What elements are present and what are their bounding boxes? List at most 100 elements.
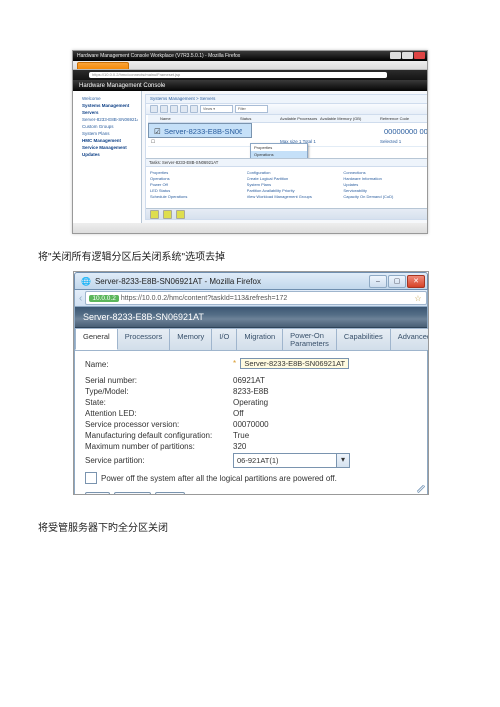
tab-migration[interactable]: Migration bbox=[236, 328, 283, 350]
model-value: 8233-E8B bbox=[233, 387, 417, 396]
toolbar-button[interactable] bbox=[170, 105, 178, 113]
window-titlebar: Hardware Management Console Workplace (V… bbox=[73, 51, 427, 61]
views-select[interactable]: Views ▾ bbox=[200, 105, 233, 113]
sidebar-item-server[interactable]: Server-8233-E8B-SN06921AT bbox=[76, 116, 138, 123]
task-link[interactable]: Capacity On Demand (CoD) bbox=[343, 193, 428, 199]
task-link[interactable]: Schedule Operations bbox=[150, 193, 241, 199]
window-controls bbox=[390, 52, 425, 59]
task-header: Tasks: Server-8233-E8B-SN06921AT bbox=[146, 159, 428, 167]
bookmark-icon[interactable]: ☆ bbox=[413, 294, 423, 303]
filter-input[interactable]: Filter bbox=[235, 105, 268, 113]
menu-item-properties[interactable]: Properties bbox=[251, 144, 307, 151]
cell-ref: 00000000 00000000 bbox=[382, 124, 428, 137]
task-col: Connections Hardware Information Updates… bbox=[343, 169, 428, 199]
status-icon[interactable] bbox=[163, 210, 172, 219]
maxp-label: Maximum number of partitions: bbox=[85, 442, 233, 451]
screenshot-hmc-main: Hardware Management Console Workplace (V… bbox=[72, 50, 428, 234]
general-tab-content: Name: * Server-8233-E8B-SN06921AT Serial… bbox=[75, 351, 427, 495]
serial-label: Serial number: bbox=[85, 376, 233, 385]
mdc-value: True bbox=[233, 431, 417, 440]
cell-name: Server-8233-E8B-SN06921AT bbox=[162, 124, 242, 137]
caption-text: 将受管服务器下旳全分区关闭 bbox=[38, 519, 462, 534]
table-row[interactable]: ☑ Server-8233-E8B-SN06921AT 00000000 000… bbox=[148, 123, 252, 138]
model-label: Type/Model: bbox=[85, 387, 233, 396]
close-icon[interactable] bbox=[414, 52, 425, 59]
sidebar-item-system-plans[interactable]: System Plans bbox=[76, 130, 138, 137]
dialog-title: Server-8233-E8B-SN06921AT - Mozilla Fire… bbox=[95, 277, 261, 286]
firefox-icon: 🌐 bbox=[81, 277, 91, 286]
resize-grip-icon[interactable] bbox=[417, 485, 425, 493]
state-label: State: bbox=[85, 398, 233, 407]
cell-mem bbox=[322, 124, 382, 137]
svc-label: Service partition: bbox=[85, 456, 233, 465]
serial-value: 06921AT bbox=[233, 376, 417, 385]
hmc-sidebar: Welcome Systems Management Servers Serve… bbox=[73, 91, 142, 223]
cell-status bbox=[242, 124, 282, 137]
name-input[interactable]: Server-8233-E8B-SN06921AT bbox=[240, 358, 349, 369]
breadcrumb: Systems Management > Servers bbox=[146, 95, 428, 104]
col-name: Name bbox=[158, 115, 238, 122]
poweroff-checkbox[interactable] bbox=[85, 472, 97, 484]
tab-memory[interactable]: Memory bbox=[169, 328, 212, 350]
status-icon[interactable] bbox=[150, 210, 159, 219]
panel-title: Server-8233-E8B-SN06921AT bbox=[75, 307, 427, 328]
toolbar-button[interactable] bbox=[190, 105, 198, 113]
minimize-icon[interactable]: ‒ bbox=[369, 275, 387, 288]
task-link[interactable]: View Workload Management Groups bbox=[247, 193, 338, 199]
col-select bbox=[148, 115, 158, 122]
url-input[interactable]: 10.0.0.2 https://10.0.0.2/hmc/content?ta… bbox=[85, 291, 427, 305]
sidebar-item-servers[interactable]: Servers bbox=[76, 109, 138, 116]
tab-general[interactable]: General bbox=[75, 328, 118, 350]
dialog-titlebar: 🌐 Server-8233-E8B-SN06921AT - Mozilla Fi… bbox=[74, 272, 428, 290]
server-table: Name Status Available Processors Availab… bbox=[148, 115, 428, 147]
dropdown-menu-icon[interactable]: ▾ bbox=[337, 453, 350, 468]
toolbar-button[interactable] bbox=[180, 105, 188, 113]
hmc-body: Welcome Systems Management Servers Serve… bbox=[73, 91, 427, 223]
tab-processors[interactable]: Processors bbox=[117, 328, 171, 350]
col-mem: Available Memory (GB) bbox=[318, 115, 378, 122]
row-checkbox-icon[interactable]: ☑ bbox=[152, 124, 162, 137]
sidebar-item-updates[interactable]: Updates bbox=[76, 151, 138, 158]
service-partition-select[interactable]: 06-921AT(1) bbox=[233, 453, 337, 468]
tab-poweron[interactable]: Power-On Parameters bbox=[282, 328, 337, 350]
menu-item-operations[interactable]: Operations bbox=[251, 151, 307, 158]
row-checkbox-icon[interactable]: ☐ bbox=[148, 138, 158, 146]
tab-io[interactable]: I/O bbox=[211, 328, 237, 350]
col-status: Status bbox=[238, 115, 278, 122]
tab-capabilities[interactable]: Capabilities bbox=[336, 328, 391, 350]
hmc-main: Systems Management > Servers Views ▾ Fil… bbox=[145, 94, 428, 220]
browser-tab[interactable] bbox=[77, 62, 129, 69]
ok-button[interactable]: OK bbox=[85, 492, 110, 495]
maximize-icon[interactable]: ▢ bbox=[388, 275, 406, 288]
caption-text: 将"关闭所有逻辑分区后关闭系统"选项去掉 bbox=[38, 248, 462, 263]
toolbar-button[interactable] bbox=[150, 105, 158, 113]
cancel-button[interactable]: Cancel bbox=[114, 492, 151, 495]
state-value: Operating bbox=[233, 398, 417, 407]
window-title: Hardware Management Console Workplace (V… bbox=[77, 51, 240, 61]
col-ref: Reference Code bbox=[378, 115, 428, 122]
name-label: Name: bbox=[85, 360, 233, 369]
required-icon: * bbox=[233, 359, 236, 368]
poweroff-checkbox-label: Power off the system after all the logic… bbox=[101, 474, 337, 483]
sp-label: Service processor version: bbox=[85, 420, 233, 429]
sidebar-item-systems-management[interactable]: Systems Management bbox=[76, 102, 138, 109]
status-icon[interactable] bbox=[176, 210, 185, 219]
browser-toolbar: https://10.0.0.2/hmc/connects/mainuiFram… bbox=[73, 70, 427, 80]
help-button[interactable]: Help bbox=[155, 492, 184, 495]
maximize-icon[interactable] bbox=[402, 52, 413, 59]
svc-select-wrap: 06-921AT(1) ▾ bbox=[233, 453, 417, 468]
url-input[interactable]: https://10.0.0.2/hmc/connects/mainuiFram… bbox=[89, 72, 387, 78]
task-col: Configuration Create Logical Partition S… bbox=[247, 169, 338, 199]
close-icon[interactable]: ✕ bbox=[407, 275, 425, 288]
host-badge: 10.0.0.2 bbox=[89, 295, 119, 302]
tab-advanced[interactable]: Advanced bbox=[390, 328, 429, 350]
cell-ref: Selected 1 bbox=[378, 138, 428, 146]
toolbar-button[interactable] bbox=[160, 105, 168, 113]
minimize-icon[interactable] bbox=[390, 52, 401, 59]
sidebar-item-custom-groups[interactable]: Custom Groups bbox=[76, 123, 138, 130]
sidebar-item-service-management[interactable]: Service Management bbox=[76, 144, 138, 151]
sidebar-item-hmc-management[interactable]: HMC Management bbox=[76, 137, 138, 144]
sidebar-item-welcome[interactable]: Welcome bbox=[76, 95, 138, 102]
task-col: Properties Operations Power Off LED Stat… bbox=[150, 169, 241, 199]
back-icon[interactable]: ‹ bbox=[79, 293, 82, 304]
